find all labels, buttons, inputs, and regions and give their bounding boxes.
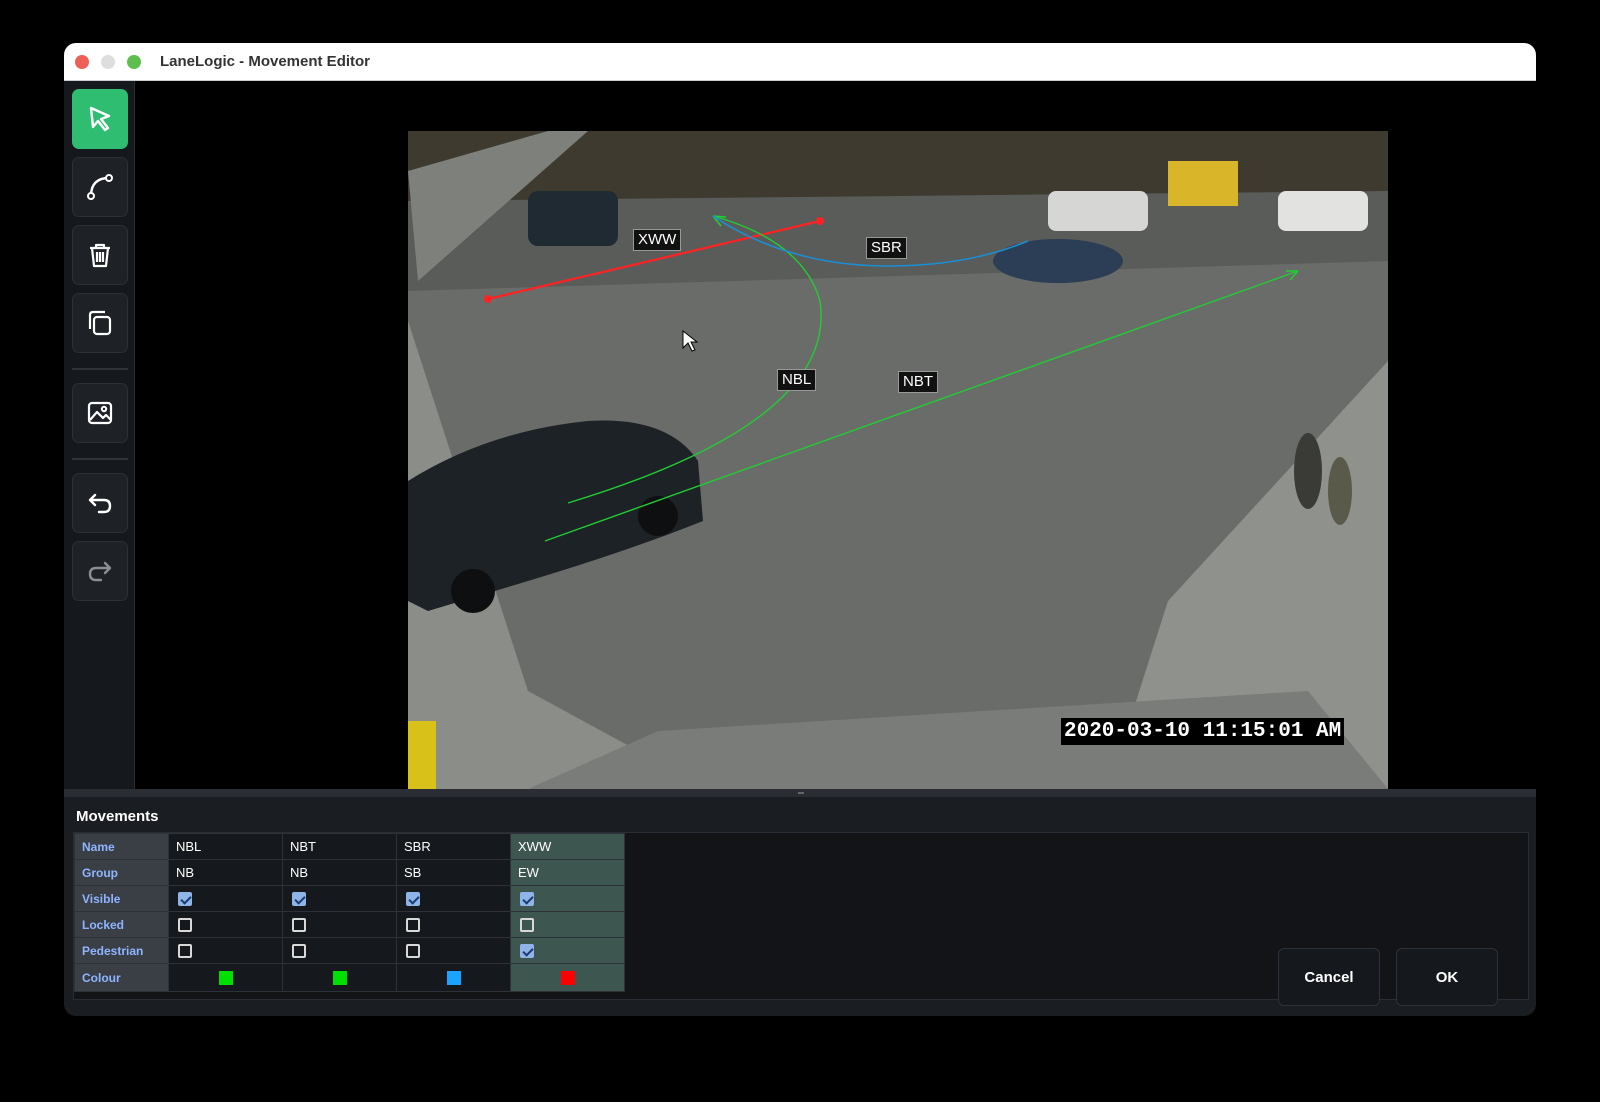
select-arrow-icon (89, 106, 111, 132)
trash-icon (90, 243, 110, 268)
video-timestamp: 2020-03-10 11:15:01 AM (1061, 718, 1345, 745)
camera-frame[interactable]: XWW SBR NBL NBT 2020-03-10 11:15:01 AM (408, 131, 1388, 789)
colour-swatch[interactable] (219, 970, 233, 985)
row-header-visible: Visible (74, 885, 169, 912)
row-header-group: Group (74, 859, 169, 886)
image-icon (87, 401, 113, 425)
cell-colour (168, 963, 283, 992)
cell-pedestrian (396, 937, 511, 964)
cell-name[interactable]: NBT (282, 833, 397, 860)
cell-visible (396, 885, 511, 912)
cell-locked (168, 911, 283, 938)
redo-icon (88, 561, 112, 582)
row-locked: Locked (74, 911, 625, 938)
cell-pedestrian (510, 937, 625, 964)
movements-panel-title: Movements (76, 808, 159, 825)
locked-checkbox[interactable] (292, 918, 306, 933)
movement-label-sbr[interactable]: SBR (866, 237, 907, 259)
copy-icon (88, 310, 112, 336)
movement-label-nbl[interactable]: NBL (777, 369, 817, 391)
tool-sidebar (64, 81, 135, 789)
toolbar-divider (72, 368, 128, 370)
title-bar: LaneLogic - Movement Editor (64, 43, 1536, 81)
cell-visible (510, 885, 625, 912)
cell-colour (282, 963, 397, 992)
movements-table: Name NBL NBT SBR XWW Group NB NB SB EW V… (74, 833, 625, 992)
toolbar-divider (72, 458, 128, 460)
movement-editor-window: LaneLogic - Movement Editor XWW SBR NBL … (64, 43, 1536, 1016)
visible-checkbox[interactable] (520, 892, 534, 907)
cell-pedestrian (168, 937, 283, 964)
row-header-pedestrian: Pedestrian (74, 937, 169, 964)
ok-button[interactable]: OK (1396, 948, 1498, 1006)
cell-pedestrian (282, 937, 397, 964)
cell-colour (396, 963, 511, 992)
cell-group[interactable]: EW (510, 859, 625, 886)
select-tool-button[interactable] (72, 89, 128, 149)
movement-label-xww[interactable]: XWW (633, 229, 682, 251)
delete-tool-button[interactable] (72, 225, 128, 285)
cell-locked (396, 911, 511, 938)
cancel-button[interactable]: Cancel (1278, 948, 1380, 1006)
movement-label-nbt[interactable]: NBT (898, 371, 938, 393)
visible-checkbox[interactable] (406, 892, 420, 907)
redo-button[interactable] (72, 541, 128, 601)
zoom-window-button[interactable] (127, 55, 141, 69)
row-group: Group NB NB SB EW (74, 859, 625, 886)
cell-visible (282, 885, 397, 912)
pedestrian-checkbox[interactable] (520, 944, 534, 959)
pedestrian-checkbox[interactable] (292, 944, 306, 959)
draw-path-tool-button[interactable] (72, 157, 128, 217)
colour-swatch[interactable] (561, 970, 575, 985)
cell-group[interactable]: NB (282, 859, 397, 886)
visible-checkbox[interactable] (292, 892, 306, 907)
row-header-locked: Locked (74, 911, 169, 938)
editor-canvas[interactable]: XWW SBR NBL NBT 2020-03-10 11:15:01 AM (135, 81, 1536, 789)
locked-checkbox[interactable] (520, 918, 534, 933)
duplicate-tool-button[interactable] (72, 293, 128, 353)
locked-checkbox[interactable] (406, 918, 420, 933)
cell-colour (510, 963, 625, 992)
background-image-tool-button[interactable] (72, 383, 128, 443)
locked-checkbox[interactable] (178, 918, 192, 933)
cell-group[interactable]: SB (396, 859, 511, 886)
intersection-scene (408, 131, 1388, 789)
colour-swatch[interactable] (447, 970, 461, 985)
splitter-grip[interactable] (798, 792, 804, 794)
row-name: Name NBL NBT SBR XWW (74, 833, 625, 860)
row-visible: Visible (74, 885, 625, 912)
row-colour: Colour (74, 963, 625, 992)
curve-path-icon (87, 174, 113, 200)
colour-swatch[interactable] (333, 970, 347, 985)
undo-icon (88, 493, 112, 514)
cell-name[interactable]: NBL (168, 833, 283, 860)
row-pedestrian: Pedestrian (74, 937, 625, 964)
cell-locked (282, 911, 397, 938)
window-title: LaneLogic - Movement Editor (160, 53, 371, 70)
minimize-window-button[interactable] (101, 55, 115, 69)
visible-checkbox[interactable] (178, 892, 192, 907)
cell-visible (168, 885, 283, 912)
pedestrian-checkbox[interactable] (406, 944, 420, 959)
parked-car-top (528, 191, 618, 246)
cell-locked (510, 911, 625, 938)
undo-button[interactable] (72, 473, 128, 533)
pedestrian-checkbox[interactable] (178, 944, 192, 959)
row-header-colour: Colour (74, 963, 169, 992)
panel-splitter[interactable] (64, 789, 1536, 797)
cell-name[interactable]: XWW (510, 833, 625, 860)
cell-name[interactable]: SBR (396, 833, 511, 860)
cell-group[interactable]: NB (168, 859, 283, 886)
row-header-name: Name (74, 833, 169, 860)
close-window-button[interactable] (75, 55, 89, 69)
